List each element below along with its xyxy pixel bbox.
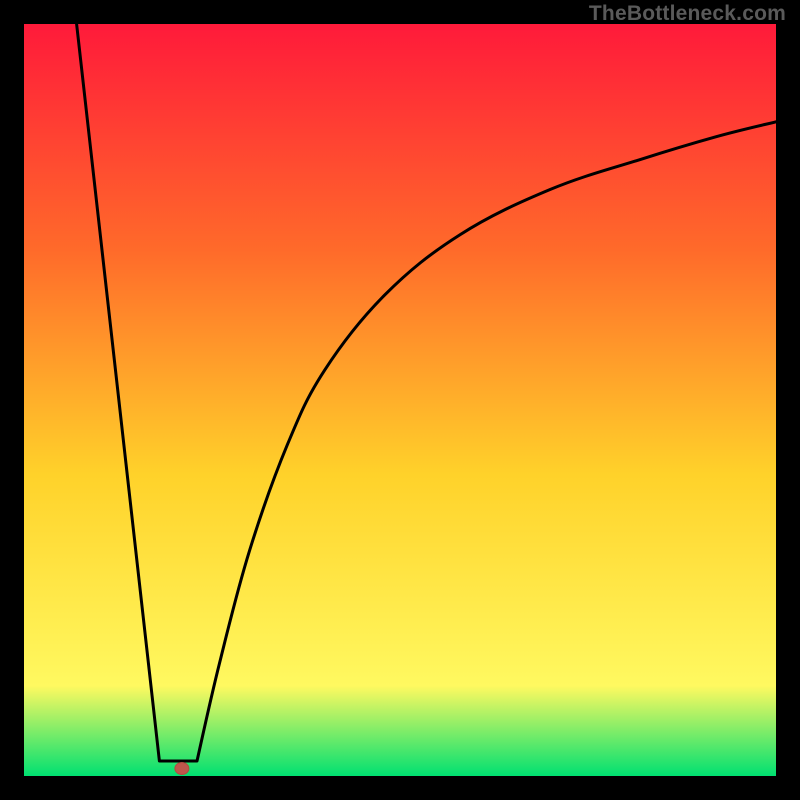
gradient-background bbox=[24, 24, 776, 776]
curve-minimum-marker bbox=[175, 763, 189, 775]
plot-svg bbox=[24, 24, 776, 776]
plot-area bbox=[24, 24, 776, 776]
watermark-text: TheBottleneck.com bbox=[589, 2, 786, 26]
chart-container: TheBottleneck.com bbox=[0, 0, 800, 800]
